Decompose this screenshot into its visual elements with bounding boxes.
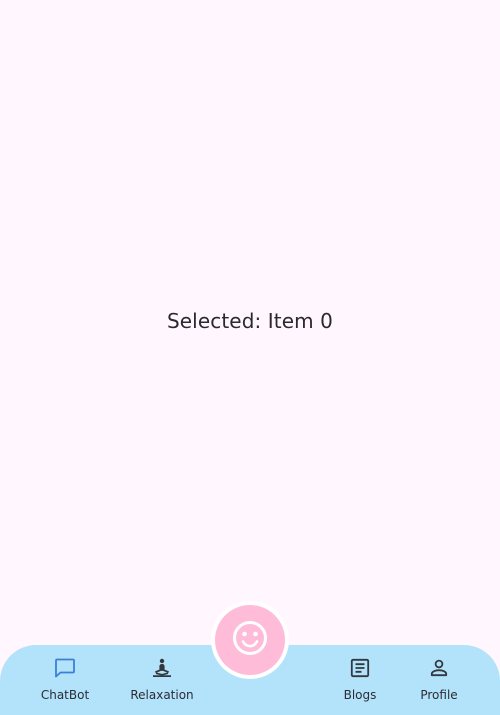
nav-item-chatbot[interactable]: ChatBot (20, 655, 110, 702)
smiley-face-icon (231, 619, 269, 662)
nav-item-blogs[interactable]: Blogs (315, 655, 405, 702)
nav-item-label: ChatBot (40, 688, 90, 702)
nav-item-label: Blogs (343, 688, 377, 702)
nav-item-profile[interactable]: Profile (394, 655, 484, 702)
nav-item-label: Profile (420, 688, 458, 702)
nav-item-relaxation[interactable]: Relaxation (117, 655, 207, 702)
person-icon (426, 655, 452, 681)
nav-item-label: Relaxation (130, 688, 194, 702)
selected-item-text: Selected: Item 0 (166, 309, 333, 333)
app-screen: Selected: Item 0 ChatBot Relaxation Blog… (0, 0, 500, 715)
mood-fab-button[interactable] (215, 605, 285, 675)
chat-icon (52, 655, 78, 681)
article-icon (347, 655, 373, 681)
fab-container (211, 601, 289, 679)
meditation-icon (149, 655, 175, 681)
